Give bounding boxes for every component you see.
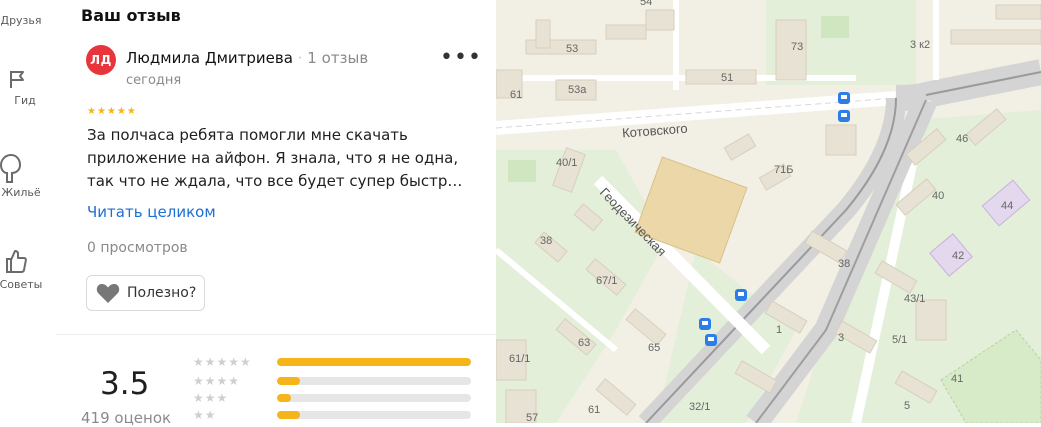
transit-stop-icon[interactable] <box>699 318 711 330</box>
thumbs-up-icon <box>6 250 27 273</box>
house-number: 57 <box>526 412 538 423</box>
house-number: 5 <box>904 400 910 412</box>
house-number: 61 <box>588 404 600 416</box>
helpful-button[interactable]: Полезно? <box>86 275 206 311</box>
house-number: 43/1 <box>904 293 925 305</box>
house-number: 42 <box>952 250 964 262</box>
dist-stars: ★★★★★ <box>193 355 252 369</box>
house-number: 3 к2 <box>910 39 930 51</box>
read-more-link[interactable]: Читать целиком <box>87 203 216 221</box>
dist-stars: ★★★★ <box>193 374 241 388</box>
map-canvas[interactable]: Котовского Геодезическая 54 53 73 3 к2 5… <box>496 0 1041 423</box>
house-number: 51 <box>721 72 733 84</box>
rail-label-housing: Жильё <box>1 186 41 199</box>
house-number: 5/1 <box>892 334 907 346</box>
house-number: 44 <box>1001 200 1013 212</box>
house-number: 40/1 <box>556 157 577 169</box>
more-options-button[interactable]: ••• <box>440 47 481 72</box>
dist-bar <box>277 377 471 385</box>
rating-count: 419 оценок <box>81 409 172 427</box>
author-name[interactable]: Людмила Дмитриева <box>126 49 293 67</box>
review-stars: ★★★★★ <box>87 106 137 117</box>
dist-bar-fill <box>277 377 301 385</box>
house-number: 38 <box>540 235 552 247</box>
rail-label-guide: Гид <box>14 94 36 107</box>
transit-stop-icon[interactable] <box>705 334 717 346</box>
rail-item-tips[interactable]: Советы <box>0 248 56 291</box>
left-rail: Друзья Гид Жильё Советы <box>0 0 57 423</box>
house-number: 65 <box>648 342 660 354</box>
house-number: 53 <box>566 43 578 55</box>
flag-icon <box>10 71 24 88</box>
house-number: 71Б <box>774 164 793 176</box>
dist-bar <box>277 358 471 366</box>
house-number: 61 <box>510 89 522 101</box>
review-panel: Ваш отзыв ЛД Людмила Дмитриева · 1 отзыв… <box>56 0 496 427</box>
panel-title: Ваш отзыв <box>81 6 181 25</box>
review-author-line: Людмила Дмитриева · 1 отзыв <box>126 49 368 67</box>
helpful-label: Полезно? <box>127 285 197 301</box>
house-number: 38 <box>838 258 850 270</box>
rail-label-tips: Советы <box>0 278 43 291</box>
house-number: 41 <box>951 373 963 385</box>
house-number: 61/1 <box>509 353 530 365</box>
house-number: 3 <box>838 332 844 344</box>
house-number: 40 <box>932 190 944 202</box>
house-number: 1 <box>776 324 782 336</box>
house-number: 73 <box>791 41 803 53</box>
house-icon <box>0 153 22 183</box>
transit-stop-icon[interactable] <box>838 92 850 104</box>
house-number: 54 <box>640 0 652 8</box>
dist-bar-fill <box>277 411 301 419</box>
house-number: 32/1 <box>689 401 710 413</box>
transit-stop-icon[interactable] <box>838 110 850 122</box>
dist-bar <box>277 411 471 419</box>
dist-bar-fill <box>277 358 471 366</box>
views-count: 0 просмотров <box>87 240 188 256</box>
section-divider <box>56 334 496 335</box>
rail-item-housing[interactable]: Жильё <box>0 152 56 199</box>
house-number: 63 <box>578 337 590 349</box>
dist-stars: ★★ <box>193 408 217 422</box>
house-number: 53а <box>568 84 587 96</box>
map-view[interactable]: Котовского Геодезическая 54 53 73 3 к2 5… <box>496 0 1041 423</box>
heart-icon <box>96 283 120 303</box>
rating-value: 3.5 <box>100 366 150 402</box>
author-reviews-count: 1 отзыв <box>307 49 369 67</box>
rail-label-friends: Друзья <box>0 14 42 27</box>
house-number: 67/1 <box>596 275 617 287</box>
review-date: сегодня <box>126 73 182 88</box>
dist-stars: ★★★ <box>193 391 229 405</box>
avatar[interactable]: ЛД <box>86 45 116 75</box>
dist-bar <box>277 394 471 402</box>
separator-dot: · <box>297 49 303 67</box>
rail-item-guide[interactable]: Гид <box>0 68 56 107</box>
house-number: 46 <box>956 133 968 145</box>
rail-item-friends[interactable]: Друзья <box>0 2 56 27</box>
transit-stop-icon[interactable] <box>735 289 747 301</box>
dist-bar-fill <box>277 394 291 402</box>
review-text: За полчаса ребята помогли мне скачать пр… <box>87 126 463 190</box>
